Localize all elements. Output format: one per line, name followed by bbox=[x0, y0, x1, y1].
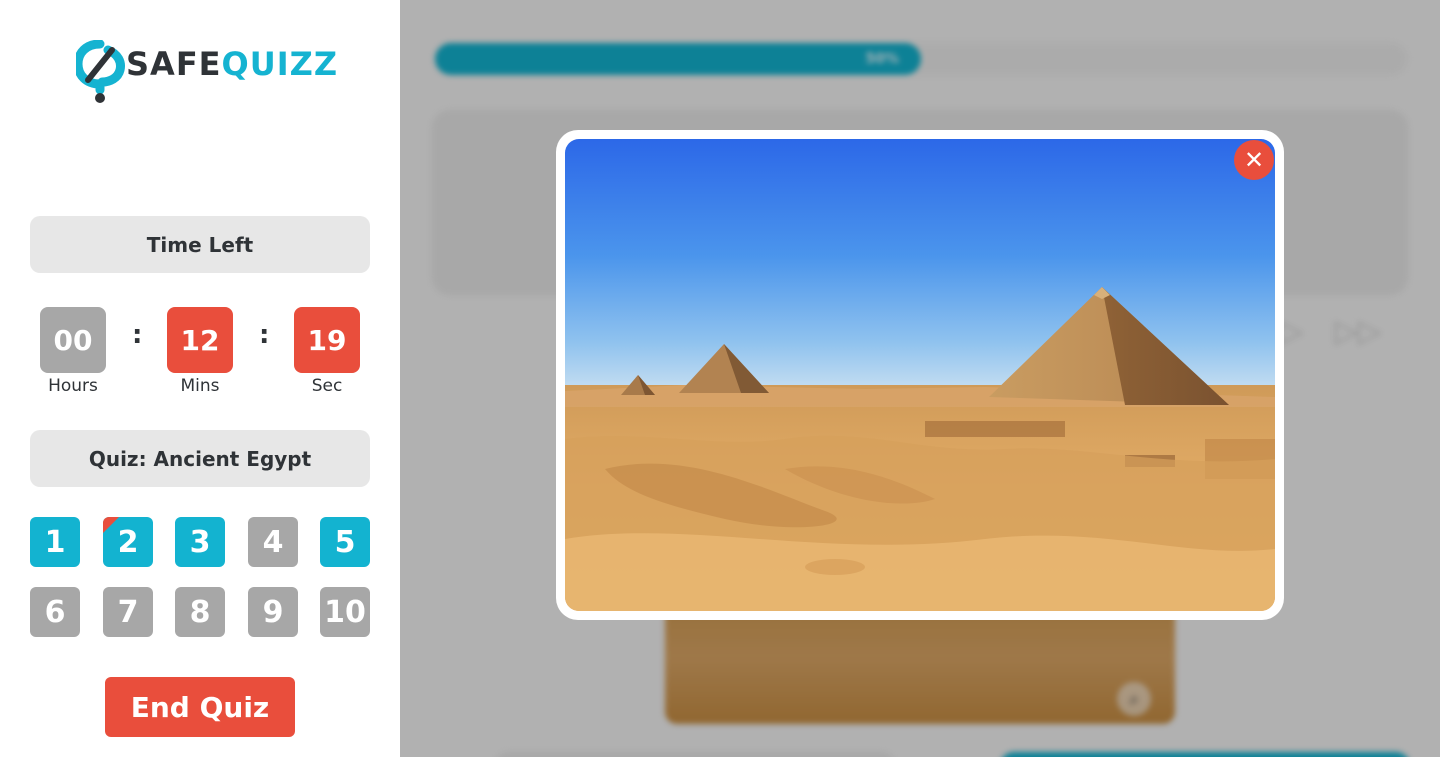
question-number-label: 3 bbox=[189, 524, 211, 560]
logo: SAFEQUIZZ bbox=[76, 40, 338, 104]
close-icon[interactable]: ✕ bbox=[1234, 140, 1274, 180]
end-quiz-button[interactable]: End Quiz bbox=[105, 677, 295, 737]
time-left-header: Time Left bbox=[30, 216, 370, 273]
question-number-label: 1 bbox=[44, 524, 66, 560]
question-number-button[interactable]: 10 bbox=[320, 587, 370, 637]
question-number-label: 5 bbox=[334, 524, 356, 560]
logo-text-safe: SAFE bbox=[126, 45, 222, 83]
pyramids-image bbox=[565, 139, 1275, 611]
quiz-title: Quiz: Ancient Egypt bbox=[30, 430, 370, 487]
timer-seconds: 19 bbox=[294, 307, 360, 373]
timer-separator: : bbox=[132, 320, 143, 350]
sidebar: SAFEQUIZZ Time Left 00 : 12 : 19 Hours M… bbox=[0, 0, 400, 757]
logo-mark-icon bbox=[76, 40, 125, 103]
question-number-label: 7 bbox=[117, 594, 139, 630]
question-number-label: 4 bbox=[262, 524, 284, 560]
timer-hours-label: Hours bbox=[48, 376, 98, 396]
question-number-label: 10 bbox=[324, 594, 366, 630]
timer-hours: 00 bbox=[40, 307, 106, 373]
question-number-label: 2 bbox=[117, 524, 139, 560]
question-number-label: 8 bbox=[189, 594, 211, 630]
logo-text-quizz: QUIZZ bbox=[221, 45, 339, 83]
question-number-button[interactable]: 2 bbox=[103, 517, 153, 567]
question-number-button[interactable]: 8 bbox=[175, 587, 225, 637]
timer-minutes: 12 bbox=[167, 307, 233, 373]
question-number-button[interactable]: 6 bbox=[30, 587, 80, 637]
timer-seconds-label: Sec bbox=[311, 376, 343, 396]
question-number-button[interactable]: 5 bbox=[320, 517, 370, 567]
question-number-button[interactable]: 1 bbox=[30, 517, 80, 567]
question-number-button[interactable]: 3 bbox=[175, 517, 225, 567]
image-preview-modal: ✕ bbox=[556, 130, 1284, 620]
question-number-button[interactable]: 9 bbox=[248, 587, 298, 637]
question-number-button[interactable]: 7 bbox=[103, 587, 153, 637]
timer-separator: : bbox=[259, 320, 270, 350]
timer-minutes-label: Mins bbox=[180, 376, 220, 396]
logo-text: SAFEQUIZZ bbox=[126, 44, 338, 84]
question-number-label: 9 bbox=[262, 594, 284, 630]
question-number-label: 6 bbox=[44, 594, 66, 630]
question-number-button[interactable]: 4 bbox=[248, 517, 298, 567]
